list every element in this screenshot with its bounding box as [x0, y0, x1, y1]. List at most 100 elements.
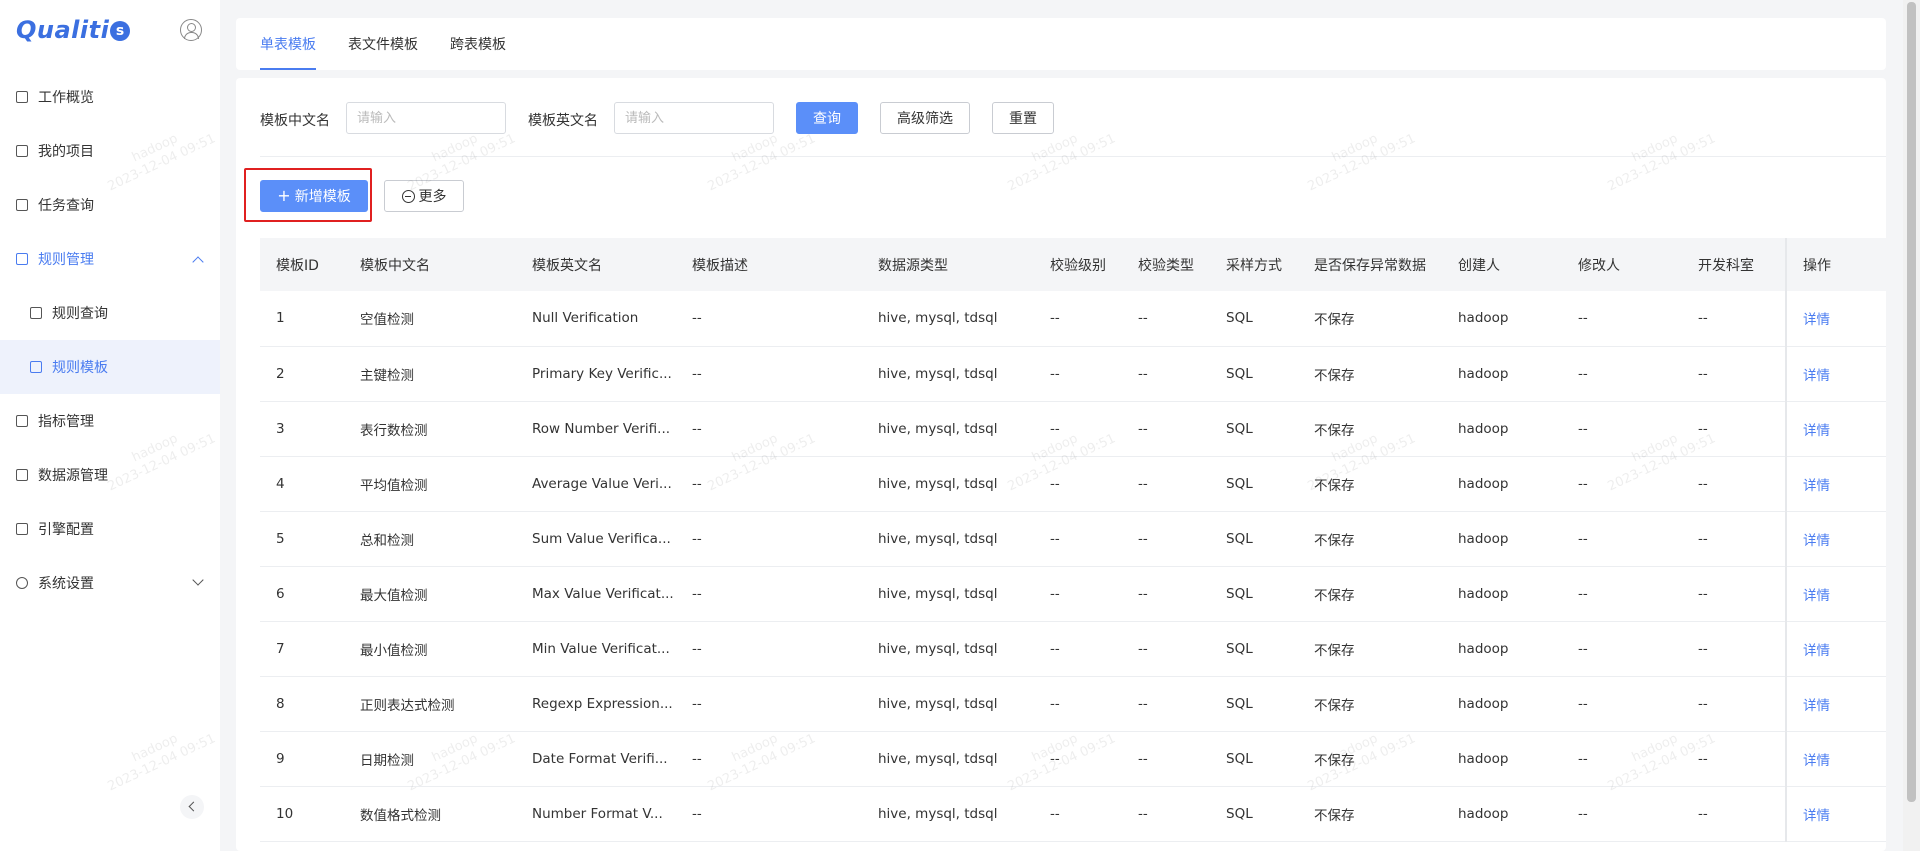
- logo-badge: s: [110, 21, 131, 41]
- add-template-button[interactable]: + 新增模板: [260, 180, 368, 212]
- tab-cross-table[interactable]: 跨表模板: [450, 34, 506, 70]
- table-cell-level: --: [1034, 731, 1122, 787]
- sidebar-item-projects[interactable]: 我的项目: [0, 124, 220, 178]
- detail-link[interactable]: 详情: [1785, 786, 1886, 842]
- table-cell-level: --: [1034, 456, 1122, 512]
- detail-link[interactable]: 详情: [1785, 346, 1886, 402]
- cn-name-label: 模板中文名: [260, 113, 330, 129]
- user-avatar-icon[interactable]: [180, 19, 202, 41]
- table-cell-modifier: --: [1562, 676, 1682, 732]
- detail-link[interactable]: 详情: [1785, 566, 1886, 622]
- table-cell-desc: --: [676, 346, 862, 402]
- sidebar-item-metrics[interactable]: 指标管理: [0, 394, 220, 448]
- table-cell-sample: SQL: [1210, 566, 1298, 622]
- table-cell-dept: --: [1682, 676, 1786, 732]
- table-cell-modifier: --: [1562, 401, 1682, 457]
- table-cell-desc: --: [676, 676, 862, 732]
- page-scrollbar[interactable]: [1903, 0, 1920, 851]
- table-row: 1 空值检测 Null Verification -- hive, mysql, tds…: [260, 291, 1886, 347]
- table-cell-modifier: --: [1562, 291, 1682, 347]
- detail-link[interactable]: 详情: [1785, 621, 1886, 677]
- search-button[interactable]: 查询: [796, 102, 858, 134]
- sidebar-item-task-query[interactable]: 任务查询: [0, 178, 220, 232]
- more-label: 更多: [418, 189, 447, 205]
- table-cell-sample: SQL: [1210, 621, 1298, 677]
- column-header: 模板英文名: [516, 238, 676, 291]
- table-cell-desc: --: [676, 786, 862, 842]
- detail-link[interactable]: 详情: [1785, 731, 1886, 787]
- table-cell-dept: --: [1682, 621, 1786, 677]
- table-cell-creator: hadoop: [1442, 291, 1562, 347]
- sidebar-item-settings[interactable]: 系统设置: [0, 556, 220, 610]
- table-cell-type: --: [1122, 401, 1210, 457]
- table-cell-ds: hive, mysql, tdsql: [862, 621, 1034, 677]
- table-cell-desc: --: [676, 456, 862, 512]
- table-cell-en: Primary Key Verific...: [516, 346, 676, 402]
- table-cell-sample: SQL: [1210, 291, 1298, 347]
- table-cell-en: Min Value Verificat...: [516, 621, 676, 677]
- detail-link[interactable]: 详情: [1785, 511, 1886, 567]
- table-cell-id: 4: [260, 456, 344, 512]
- column-header: 修改人: [1562, 238, 1682, 291]
- column-header: 是否保存异常数据: [1298, 238, 1442, 291]
- table-header-row: 模板ID 模板中文名 模板英文名 模板描述 数据源类型 校验级别 校验类型 采样方式 是否保存异…: [260, 238, 1886, 291]
- template-table: 模板ID 模板中文名 模板英文名 模板描述 数据源类型 校验级别 校验类型 采样方式 是否保存异…: [260, 238, 1886, 842]
- detail-link[interactable]: 详情: [1785, 291, 1886, 347]
- column-header: 模板描述: [676, 238, 862, 291]
- table-cell-type: --: [1122, 786, 1210, 842]
- table-cell-save: 不保存: [1298, 786, 1442, 842]
- table-cell-creator: hadoop: [1442, 456, 1562, 512]
- table-cell-modifier: --: [1562, 346, 1682, 402]
- table-cell-id: 5: [260, 511, 344, 567]
- detail-link[interactable]: 详情: [1785, 456, 1886, 512]
- table-cell-sample: SQL: [1210, 401, 1298, 457]
- sidebar-item-overview[interactable]: 工作概览: [0, 70, 220, 124]
- sidebar-item-rule-management[interactable]: 规则管理: [0, 232, 220, 286]
- table-cell-id: 10: [260, 786, 344, 842]
- collapse-sidebar-button[interactable]: [180, 795, 204, 819]
- table-cell-type: --: [1122, 346, 1210, 402]
- sidebar-item-rule-template[interactable]: 规则模板: [0, 340, 220, 394]
- document-icon: [16, 199, 28, 211]
- table-cell-dept: --: [1682, 456, 1786, 512]
- sidebar-item-engine[interactable]: 引擎配置: [0, 502, 220, 556]
- detail-link[interactable]: 详情: [1785, 676, 1886, 732]
- cn-name-input[interactable]: [346, 102, 506, 134]
- table-cell-en: Number Format V...: [516, 786, 676, 842]
- sidebar-item-rule-query[interactable]: 规则查询: [0, 286, 220, 340]
- sidebar-item-label: 系统设置: [38, 576, 94, 592]
- en-name-input[interactable]: [614, 102, 774, 134]
- scrollbar-thumb[interactable]: [1907, 2, 1916, 802]
- template-icon: [30, 361, 42, 373]
- minus-circle-icon: [401, 189, 415, 203]
- app-logo[interactable]: Qualiti s: [16, 16, 131, 44]
- table-cell-cn: 平均值检测: [344, 456, 516, 512]
- table-cell-save: 不保存: [1298, 621, 1442, 677]
- chart-icon: [16, 415, 28, 427]
- table-cell-type: --: [1122, 676, 1210, 732]
- table-cell-ds: hive, mysql, tdsql: [862, 456, 1034, 512]
- table-cell-cn: 正则表达式检测: [344, 676, 516, 732]
- database-icon: [16, 469, 28, 481]
- table-cell-id: 7: [260, 621, 344, 677]
- tab-single-table[interactable]: 单表模板: [260, 34, 316, 70]
- table-cell-creator: hadoop: [1442, 676, 1562, 732]
- table-cell-level: --: [1034, 401, 1122, 457]
- detail-link[interactable]: 详情: [1785, 401, 1886, 457]
- sidebar-nav: 工作概览 我的项目 任务查询 规则管理 规则查询 规则模板 指标管理 数据源管理…: [0, 70, 220, 610]
- table-cell-cn: 表行数检测: [344, 401, 516, 457]
- table-cell-ds: hive, mysql, tdsql: [862, 346, 1034, 402]
- table-cell-save: 不保存: [1298, 346, 1442, 402]
- table-cell-type: --: [1122, 731, 1210, 787]
- advanced-filter-button[interactable]: 高级筛选: [880, 102, 970, 134]
- tab-table-file[interactable]: 表文件模板: [348, 34, 418, 70]
- sidebar-item-label: 我的项目: [38, 144, 94, 160]
- reset-button[interactable]: 重置: [992, 102, 1054, 134]
- sidebar-item-datasource[interactable]: 数据源管理: [0, 448, 220, 502]
- table-cell-save: 不保存: [1298, 456, 1442, 512]
- sidebar-item-label: 规则管理: [38, 252, 94, 268]
- table-cell-sample: SQL: [1210, 511, 1298, 567]
- layers-icon: [16, 523, 28, 535]
- more-button[interactable]: 更多: [384, 180, 464, 212]
- table-cell-type: --: [1122, 621, 1210, 677]
